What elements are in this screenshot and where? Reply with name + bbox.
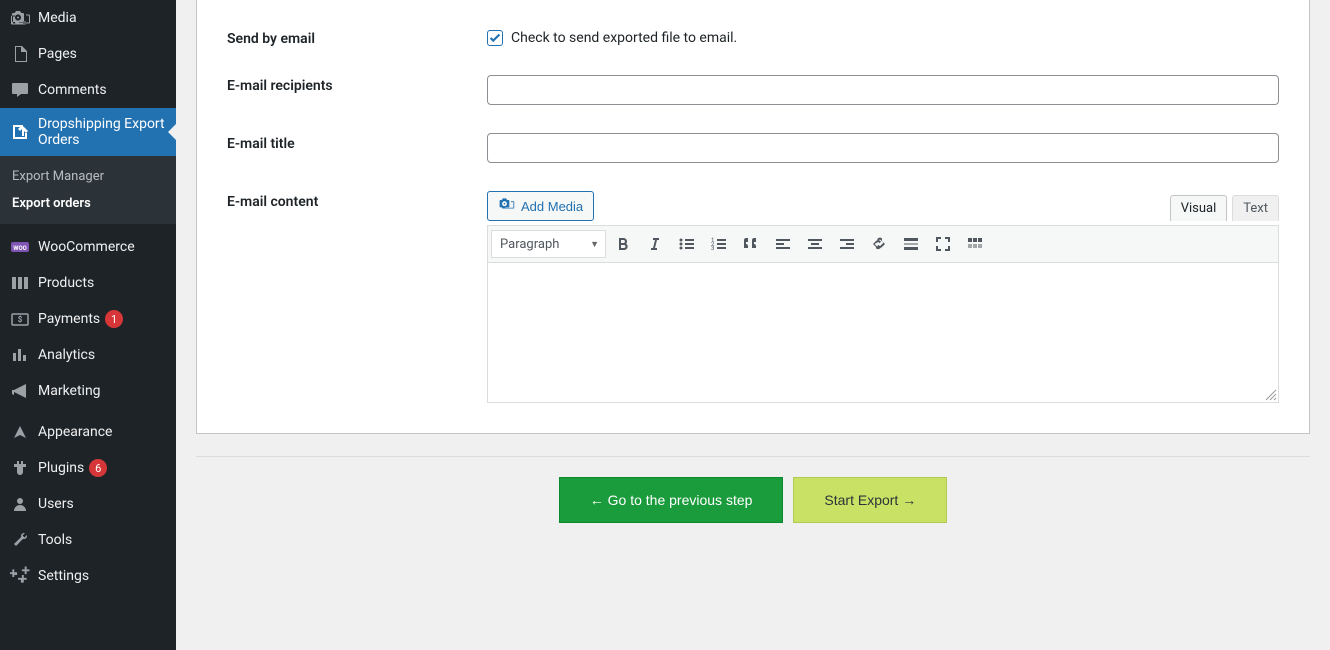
format-select[interactable]: Paragraph xyxy=(491,230,606,258)
page-icon xyxy=(10,44,30,64)
italic-button[interactable] xyxy=(640,229,670,259)
align-right-button[interactable] xyxy=(832,229,862,259)
resize-handle-icon[interactable] xyxy=(1264,388,1278,402)
media-icon xyxy=(10,8,30,28)
sidebar-item-label: WooCommerce xyxy=(38,239,135,255)
sidebar-item-label: Appearance xyxy=(38,424,112,440)
sidebar-item-woocommerce[interactable]: WOO WooCommerce xyxy=(0,229,176,265)
previous-step-button[interactable]: ← Go to the previous step xyxy=(559,477,784,523)
label-email-title: E-mail title xyxy=(227,133,487,163)
sidebar-item-appearance[interactable]: Appearance xyxy=(0,414,176,450)
admin-sidebar: Media Pages Comments Dropshipping Export… xyxy=(0,0,176,650)
sidebar-item-payments[interactable]: $ Payments 1 xyxy=(0,301,176,337)
footer-buttons: ← Go to the previous step Start Export → xyxy=(196,457,1310,543)
badge-count: 1 xyxy=(105,310,123,328)
input-email-recipients[interactable] xyxy=(487,75,1279,105)
label-send-by-email: Send by email xyxy=(227,28,487,47)
row-send-by-email: Send by email Check to send exported fil… xyxy=(227,0,1279,47)
toolbar-toggle-button[interactable] xyxy=(960,229,990,259)
settings-icon xyxy=(10,566,30,586)
blockquote-button[interactable] xyxy=(736,229,766,259)
number-list-button[interactable]: 123 xyxy=(704,229,734,259)
main-content: Send by email Check to send exported fil… xyxy=(176,0,1330,650)
sidebar-item-label: Comments xyxy=(38,82,107,98)
add-media-label: Add Media xyxy=(521,199,583,214)
tools-icon xyxy=(10,530,30,550)
sidebar-item-products[interactable]: Products xyxy=(0,265,176,301)
sidebar-item-tools[interactable]: Tools xyxy=(0,522,176,558)
media-icon xyxy=(498,196,516,217)
sidebar-item-label: Products xyxy=(38,275,94,291)
label-email-content: E-mail content xyxy=(227,191,487,403)
bold-button[interactable] xyxy=(608,229,638,259)
align-left-button[interactable] xyxy=(768,229,798,259)
editor-tabs: Visual Text xyxy=(487,195,1279,221)
row-email-content: E-mail content Add Media Visual Text Par… xyxy=(227,163,1279,403)
sidebar-item-marketing[interactable]: Marketing xyxy=(0,373,176,409)
row-email-title: E-mail title xyxy=(227,105,1279,163)
input-email-title[interactable] xyxy=(487,133,1279,163)
comment-icon xyxy=(10,80,30,100)
svg-text:$: $ xyxy=(18,315,23,324)
sidebar-item-label: Users xyxy=(38,496,74,512)
sidebar-item-analytics[interactable]: Analytics xyxy=(0,337,176,373)
sidebar-item-users[interactable]: Users xyxy=(0,486,176,522)
sidebar-item-label: Media xyxy=(38,10,77,26)
sidebar-item-media[interactable]: Media xyxy=(0,0,176,36)
sidebar-item-settings[interactable]: Settings xyxy=(0,558,176,594)
bullet-list-button[interactable] xyxy=(672,229,702,259)
sidebar-item-label: Plugins xyxy=(38,460,84,476)
form-panel: Send by email Check to send exported fil… xyxy=(196,0,1310,434)
readmore-button[interactable] xyxy=(896,229,926,259)
add-media-button[interactable]: Add Media xyxy=(487,191,594,221)
format-select-value: Paragraph xyxy=(500,237,559,252)
svg-text:3: 3 xyxy=(711,245,714,252)
align-center-button[interactable] xyxy=(800,229,830,259)
editor-toolbar: Paragraph 123 xyxy=(487,225,1279,263)
svg-text:WOO: WOO xyxy=(13,245,27,252)
sidebar-item-label: Settings xyxy=(38,568,89,584)
sidebar-item-label: Dropshipping Export Orders xyxy=(38,116,168,148)
export-icon xyxy=(10,122,30,142)
checkbox-label-send-by-email: Check to send exported file to email. xyxy=(511,30,737,46)
editor-tab-visual[interactable]: Visual xyxy=(1170,195,1228,221)
products-icon xyxy=(10,273,30,293)
sidebar-item-label: Analytics xyxy=(38,347,95,363)
submenu-export-manager[interactable]: Export Manager xyxy=(0,163,176,190)
woo-icon: WOO xyxy=(10,237,30,257)
start-export-button[interactable]: Start Export → xyxy=(793,477,947,523)
sidebar-item-label: Payments xyxy=(38,311,100,327)
checkbox-send-by-email[interactable] xyxy=(487,30,503,46)
sidebar-item-comments[interactable]: Comments xyxy=(0,72,176,108)
fullscreen-button[interactable] xyxy=(928,229,958,259)
label-email-recipients: E-mail recipients xyxy=(227,75,487,105)
users-icon xyxy=(10,494,30,514)
editor-content-area[interactable] xyxy=(487,263,1279,403)
row-email-recipients: E-mail recipients xyxy=(227,47,1279,105)
sidebar-item-label: Tools xyxy=(38,532,72,548)
link-button[interactable] xyxy=(864,229,894,259)
sidebar-item-pages[interactable]: Pages xyxy=(0,36,176,72)
sidebar-item-label: Pages xyxy=(38,46,77,62)
sidebar-item-dropshipping-export[interactable]: Dropshipping Export Orders xyxy=(0,108,176,156)
marketing-icon xyxy=(10,381,30,401)
badge-count: 6 xyxy=(89,459,107,477)
payments-icon: $ xyxy=(10,309,30,329)
sidebar-item-plugins[interactable]: Plugins 6 xyxy=(0,450,176,486)
plugins-icon xyxy=(10,458,30,478)
sidebar-submenu: Export Manager Export orders xyxy=(0,156,176,224)
submenu-export-orders[interactable]: Export orders xyxy=(0,190,176,217)
appearance-icon xyxy=(10,422,30,442)
sidebar-item-label: Marketing xyxy=(38,383,101,399)
analytics-icon xyxy=(10,345,30,365)
editor-tab-text[interactable]: Text xyxy=(1232,195,1279,221)
